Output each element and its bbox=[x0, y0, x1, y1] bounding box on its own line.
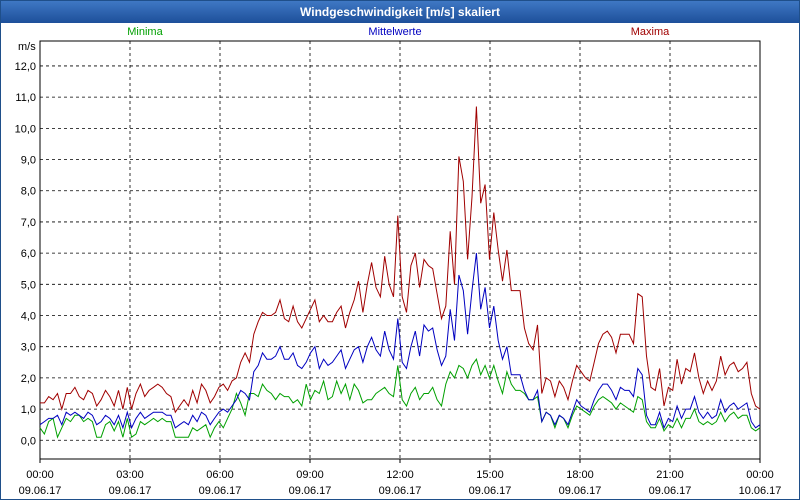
legend-mittelwerte: Mittelwerte bbox=[368, 26, 421, 38]
y-tick-label: 11,0 bbox=[15, 92, 36, 104]
y-tick-label: 10,0 bbox=[15, 123, 36, 135]
x-tick-date: 10.06.17 bbox=[739, 485, 782, 497]
y-tick-label: 4,0 bbox=[21, 311, 36, 323]
y-tick-label: 8,0 bbox=[21, 186, 36, 198]
legend-maxima: Maxima bbox=[631, 26, 670, 38]
x-tick-time: 21:00 bbox=[656, 469, 684, 481]
y-tick-label: 0,0 bbox=[21, 435, 36, 447]
legend: Minima Mittelwerte Maxima bbox=[127, 26, 670, 38]
legend-minima: Minima bbox=[127, 26, 163, 38]
x-tick-date: 09.06.17 bbox=[199, 485, 242, 497]
x-tick-date: 09.06.17 bbox=[559, 485, 602, 497]
y-axis: 0,0 1,0 2,0 3,0 4,0 5,0 6,0 7,0 8,0 9,0 10,0 11,0 12… bbox=[15, 61, 36, 447]
x-tick-time: 06:00 bbox=[206, 469, 234, 481]
x-tick-date: 09.06.17 bbox=[469, 485, 512, 497]
x-tick-date: 09.06.17 bbox=[379, 485, 422, 497]
y-tick-label: 7,0 bbox=[21, 217, 36, 229]
x-tick-time: 12:00 bbox=[386, 469, 414, 481]
x-tick-date: 09.06.17 bbox=[19, 485, 62, 497]
y-tick-label: 3,0 bbox=[21, 342, 36, 354]
x-tick-date: 09.06.17 bbox=[109, 485, 152, 497]
x-tick-date: 09.06.17 bbox=[289, 485, 332, 497]
y-tick-label: 12,0 bbox=[15, 61, 36, 73]
x-tick-time: 00:00 bbox=[26, 469, 54, 481]
y-tick-label: 6,0 bbox=[21, 248, 36, 260]
x-tick-time: 15:00 bbox=[476, 469, 504, 481]
chart-canvas: 0,0 1,0 2,0 3,0 4,0 5,0 6,0 7,0 8,0 9,0 10,0 11,0 12… bbox=[15, 26, 782, 497]
x-tick-time: 03:00 bbox=[116, 469, 144, 481]
x-tick-time: 00:00 bbox=[746, 469, 774, 481]
y-tick-label: 9,0 bbox=[21, 155, 36, 167]
x-axis: 00:00 09.06.17 03:00 09.06.17 06:00 09.06.17 0… bbox=[19, 459, 782, 497]
x-tick-time: 09:00 bbox=[296, 469, 324, 481]
y-tick-label: 5,0 bbox=[21, 279, 36, 291]
x-tick-date: 09.06.17 bbox=[649, 485, 692, 497]
y-tick-label: 1,0 bbox=[21, 404, 36, 416]
x-tick-time: 18:00 bbox=[566, 469, 594, 481]
y-tick-label: 2,0 bbox=[21, 373, 36, 385]
y-axis-label: m/s bbox=[18, 41, 36, 53]
